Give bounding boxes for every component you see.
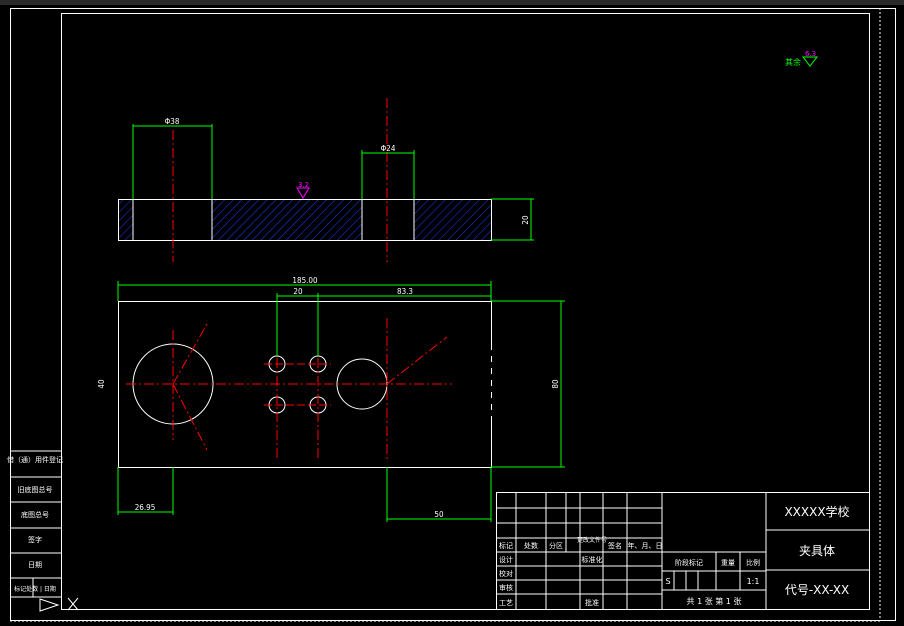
stage-s: S <box>665 577 670 586</box>
hdr-zone: 分区 <box>549 541 563 550</box>
drawing-canvas: 其余 6.3 Φ38 Φ24 20 3.2 185.00 20 83.3 80 … <box>0 0 904 626</box>
scale-value: 1:1 <box>747 577 760 586</box>
part-name: 夹具体 <box>799 544 835 558</box>
side-row-1: 借（通）用件登记 <box>7 455 63 464</box>
roughness-symbol-icon <box>801 56 819 67</box>
side-row-3: 底图总号 <box>21 510 49 519</box>
roughness-label: 其余 <box>785 57 801 67</box>
hdr-mark: 标记 <box>499 541 513 550</box>
centerline <box>386 336 448 385</box>
side-row-5: 日期 <box>28 561 42 569</box>
sheet-count: 共 1 张 第 1 张 <box>687 596 742 606</box>
title-block-text: XXXXX学校 夹具体 代号-XX-XX 标记 处数 分区 更改文件号 签名 年… <box>499 504 850 607</box>
stage-mark-label: 阶段标记 <box>675 558 703 567</box>
cad-drawing: 其余 6.3 Φ38 Φ24 20 3.2 185.00 20 83.3 80 … <box>0 0 904 622</box>
dim-left-side: 40 <box>97 379 106 389</box>
standardize-label: 标准化 <box>582 555 603 564</box>
hatch-left <box>118 199 133 240</box>
dim-thickness: 20 <box>521 215 530 225</box>
dim-bottom-right: 50 <box>434 510 444 519</box>
row-process: 工艺 <box>499 599 513 607</box>
ucs-cross-icon <box>67 597 79 611</box>
side-row-4: 签字 <box>28 535 42 544</box>
hdr-count: 处数 <box>524 541 538 550</box>
front-view: 185.00 20 83.3 80 40 26.95 50 <box>97 276 565 522</box>
outer-border <box>10 8 896 621</box>
hatch-right <box>414 199 491 240</box>
window-strip <box>0 0 904 5</box>
row-review: 审核 <box>499 583 513 592</box>
dim-top-left: Φ38 <box>165 117 180 126</box>
top-view: Φ38 Φ24 20 3.2 <box>118 98 534 262</box>
row-design: 设计 <box>499 555 513 564</box>
dim-top-right: Φ24 <box>381 144 396 153</box>
roughness-top-value: 3.2 <box>298 181 309 189</box>
centerline <box>172 383 208 451</box>
dim-hole-to-bore: 83.3 <box>397 287 413 296</box>
roughness-top-icon <box>296 187 310 199</box>
school-name: XXXXX学校 <box>784 504 849 519</box>
dim-overall-length: 185.00 <box>292 276 318 285</box>
weight-label: 重量 <box>721 559 735 567</box>
side-row-6: 标记处数 | 日期 <box>14 585 56 593</box>
ucs-arrow-icon <box>39 598 60 612</box>
row-check: 校对 <box>499 569 513 578</box>
approve-label: 批准 <box>585 598 599 607</box>
dim-hole-pitch: 20 <box>293 287 303 296</box>
dim-bottom-left: 26.95 <box>135 503 156 512</box>
scale-label: 比例 <box>746 558 760 567</box>
hdr-sign: 签名 <box>608 541 622 550</box>
centerline <box>172 323 208 385</box>
hdr-change-doc: 更改文件号 <box>577 536 607 544</box>
roughness-value: 6.3 <box>805 50 816 58</box>
side-row-2: 旧底图总号 <box>18 485 53 494</box>
hatch-middle <box>212 199 362 240</box>
side-table: 借（通）用件登记 旧底图总号 底图总号 签字 日期 标记处数 | 日期 <box>7 450 79 612</box>
drawing-code: 代号-XX-XX <box>785 583 849 597</box>
inner-border <box>61 13 870 610</box>
dim-height: 80 <box>551 379 560 389</box>
hdr-date: 年、月、日 <box>628 541 663 550</box>
